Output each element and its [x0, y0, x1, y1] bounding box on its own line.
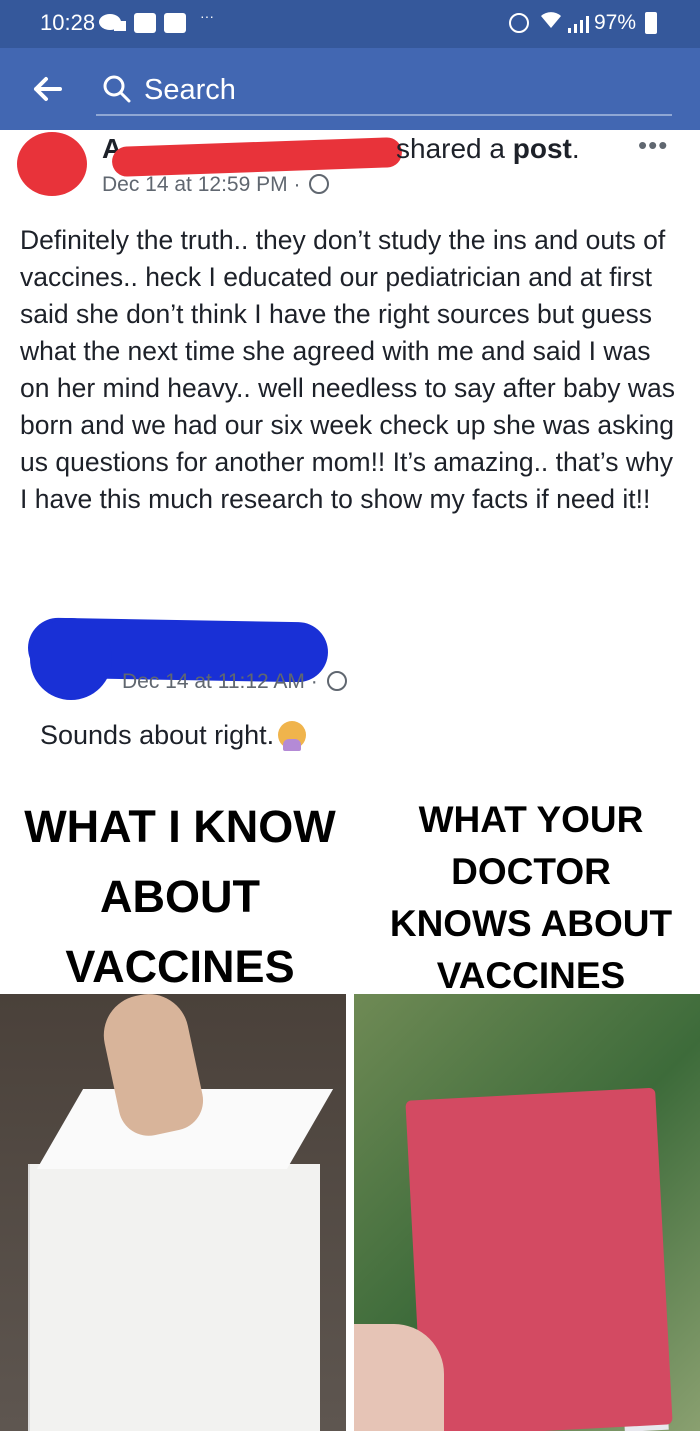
status-bar: 10:28 ··· 97% [0, 0, 700, 48]
caption-line: ABOUT [100, 871, 260, 922]
clock-time: 10:28 [40, 10, 96, 35]
card-deck [405, 1087, 673, 1431]
shared-post-text: shared a post. [396, 133, 580, 165]
card-deck-photo [354, 994, 700, 1431]
back-arrow-icon[interactable] [30, 72, 64, 106]
shared-end: . [571, 133, 580, 164]
finger [354, 1324, 444, 1431]
caption-line: VACCINES [65, 941, 295, 992]
meme-image[interactable]: WHAT I KNOW ABOUT VACCINES WHAT YOUR DOC… [0, 792, 700, 1431]
wifi-icon [540, 8, 562, 36]
signal-icon [566, 14, 590, 39]
avatar-redacted[interactable] [30, 618, 112, 700]
more-options-icon[interactable]: ••• [638, 130, 668, 161]
meme-caption-right: WHAT YOUR DOCTOR KNOWS ABOUT VACCINES [386, 794, 676, 1002]
globe-icon [309, 174, 330, 194]
paper-stack-photo [0, 994, 346, 1431]
notification-icon [98, 13, 128, 38]
paper-stack [28, 1164, 320, 1431]
original-post-meta: Dec 14 at 11:12 AM · [122, 670, 347, 694]
post-header: A shared a post. Dec 14 at 12:59 PM · ••… [0, 130, 700, 200]
original-post-text: Sounds about right. [40, 720, 307, 751]
meme-caption-left: WHAT I KNOW ABOUT VACCINES [0, 792, 360, 1002]
woman-shrugging-emoji-icon [278, 721, 307, 751]
globe-icon [326, 671, 347, 691]
app-notification-icon [164, 13, 186, 33]
original-post-caption: Sounds about right. [40, 720, 275, 750]
top-bar [0, 48, 700, 130]
search-bar[interactable] [96, 64, 672, 116]
caption-line: WHAT I KNOW [24, 801, 336, 852]
caption-line: WHAT YOUR [418, 799, 644, 840]
search-icon [102, 74, 132, 109]
post-meta: Dec 14 at 12:59 PM · [102, 173, 330, 197]
author-name-redaction [111, 136, 403, 178]
battery-percent: 97% [594, 11, 637, 34]
shared-action: shared a [396, 133, 513, 164]
original-post-timestamp[interactable]: Dec 14 at 11:12 AM [122, 670, 305, 693]
shared-post-original: Dec 14 at 11:12 AM · Sounds about right. [0, 610, 700, 780]
meta-separator: · [310, 670, 318, 693]
more-notifications-icon: ··· [200, 8, 214, 24]
avatar-redacted[interactable] [17, 132, 87, 196]
caption-line: DOCTOR [451, 851, 611, 892]
alarm-icon [509, 13, 529, 33]
post-link[interactable]: post [513, 133, 572, 164]
caption-line: KNOWS ABOUT [389, 903, 673, 944]
battery-icon [645, 12, 657, 34]
post-timestamp[interactable]: Dec 14 at 12:59 PM [102, 173, 288, 196]
meta-separator: · [293, 173, 301, 196]
post-text: Definitely the truth.. they don’t study … [20, 225, 675, 514]
search-input[interactable] [142, 72, 546, 108]
app-notification-icon [134, 13, 156, 33]
